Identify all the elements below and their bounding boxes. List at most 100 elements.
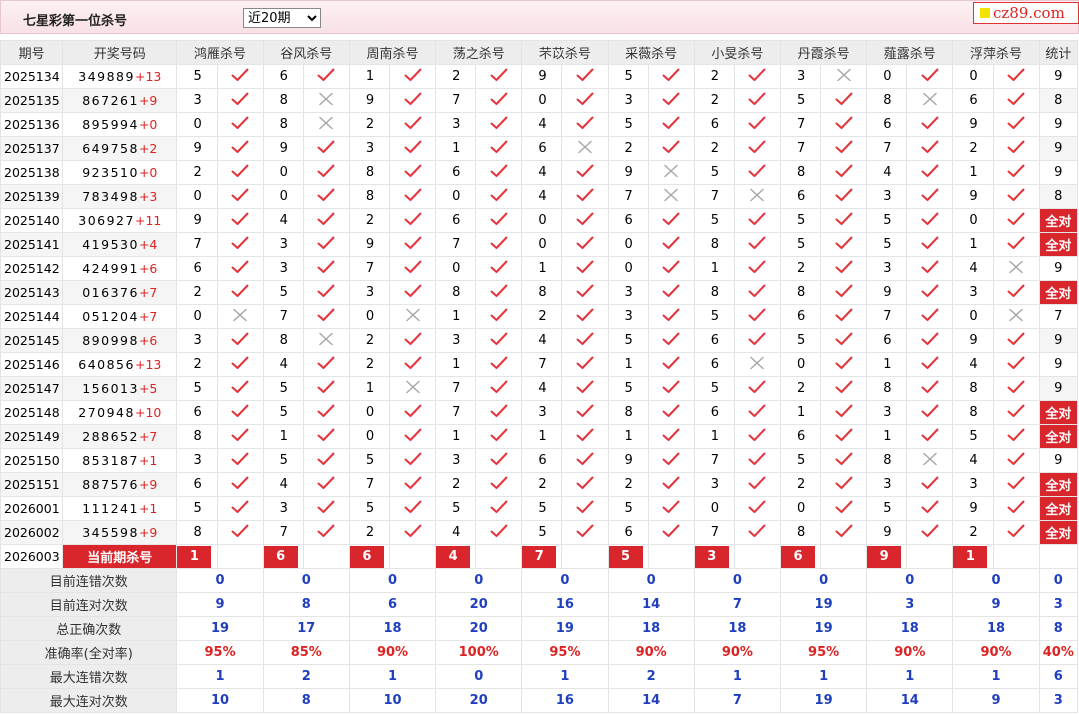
result-mark [992,448,1040,473]
kill-number: 6 [176,472,218,497]
col-header-expert[interactable]: 小旻杀号 [693,40,781,65]
kill-number: 3 [348,280,390,305]
result-mark [302,64,350,89]
check-icon [404,212,422,226]
kill-number: 3 [607,304,649,329]
kill-number: 5 [176,376,218,401]
col-header-expert[interactable]: 采薇杀号 [607,40,695,65]
result-mark [992,256,1040,281]
check-icon [231,356,249,370]
kill-number: 5 [607,376,649,401]
result-mark [647,304,695,329]
kill-number: 6 [607,520,649,545]
kill-number: 6 [435,160,477,185]
stat-value: 18 [348,616,437,641]
stat-value: 19 [779,592,868,617]
draw-cell: 345598+9 [62,520,178,545]
result-mark [733,232,781,257]
kill-number: 5 [176,64,218,89]
kill-number: 2 [348,352,390,377]
col-header-expert[interactable]: 浮萍杀号 [952,40,1040,65]
stat-value: 0 [262,568,350,593]
kill-number: 3 [435,448,477,473]
stat-value: 85% [262,640,350,665]
kill-number: 4 [952,256,994,281]
result-mark [475,424,523,449]
issue-cell: 2025137 [0,136,64,161]
result-mark [992,112,1040,137]
kill-number: 3 [952,472,994,497]
draw-main: 306927 [78,213,135,228]
result-mark [388,448,437,473]
kill-number: 1 [607,352,649,377]
kill-number: 8 [262,112,304,137]
issue-cell: 2025146 [0,352,64,377]
check-icon [921,380,939,394]
col-header-expert[interactable]: 周南杀号 [348,40,437,65]
result-mark [992,184,1040,209]
issue-cell: 2025136 [0,112,64,137]
col-header-expert[interactable]: 鸿雁杀号 [176,40,264,65]
draw-main: 051204 [82,309,139,324]
check-icon [835,428,853,442]
kill-number: 3 [348,136,390,161]
kill-number: 1 [521,424,563,449]
stat-value: 90% [866,640,954,665]
kill-number: 5 [779,88,822,113]
kill-number: 6 [262,64,304,89]
period-select[interactable]: 近20期 [243,8,321,28]
stat-value: 90% [607,640,695,665]
stat-value: 19 [176,616,264,641]
kill-number: 5 [348,496,390,521]
stat-value: 18 [607,616,695,641]
current-kill-number: 6 [781,545,815,568]
stat-value: 10 [348,688,437,713]
kill-number: 5 [693,160,735,185]
result-mark [388,256,437,281]
result-mark [388,64,437,89]
result-mark [733,88,781,113]
kill-number: 5 [607,496,649,521]
logo-text: cz89.com [993,4,1065,22]
kill-number: 3 [866,400,908,425]
kill-number: 0 [693,496,735,521]
draw-main: 288652 [82,429,139,444]
result-mark [216,160,264,185]
result-mark [388,328,437,353]
kill-number: 6 [521,136,563,161]
col-header-expert[interactable]: 谷风杀号 [262,40,350,65]
result-mark [992,304,1040,329]
issue-cell: 2025145 [0,328,64,353]
col-header-expert[interactable]: 荡之杀号 [435,40,523,65]
check-icon [835,476,853,490]
check-icon [576,476,594,490]
current-kill-number: 3 [695,545,729,568]
result-mark [561,448,609,473]
check-icon [490,308,508,322]
result-mark [906,64,954,89]
current-kill-number: 6 [264,545,298,568]
stat-value: 16 [521,592,609,617]
stat-cell: 8 [1038,88,1079,113]
result-mark [820,496,868,521]
stat-cell: 9 [1038,376,1079,401]
col-header-expert[interactable]: 芣苡杀号 [521,40,609,65]
result-mark [820,448,868,473]
result-mark [561,88,609,113]
col-header-expert[interactable]: 薤露杀号 [866,40,954,65]
result-mark [992,64,1040,89]
check-icon [921,476,939,490]
result-mark [733,304,781,329]
col-header-expert[interactable]: 丹霞杀号 [779,40,868,65]
kill-number: 5 [262,376,304,401]
stat-value: 14 [607,688,695,713]
result-mark [992,472,1040,497]
site-logo[interactable]: cz89.com [973,2,1079,24]
kill-number: 2 [348,112,390,137]
draw-special: +10 [134,405,162,420]
stat-label: 最大连对次数 [0,688,178,713]
result-mark [733,184,781,209]
kill-number: 8 [435,280,477,305]
check-icon [231,452,249,466]
stat-value: 95% [176,640,264,665]
